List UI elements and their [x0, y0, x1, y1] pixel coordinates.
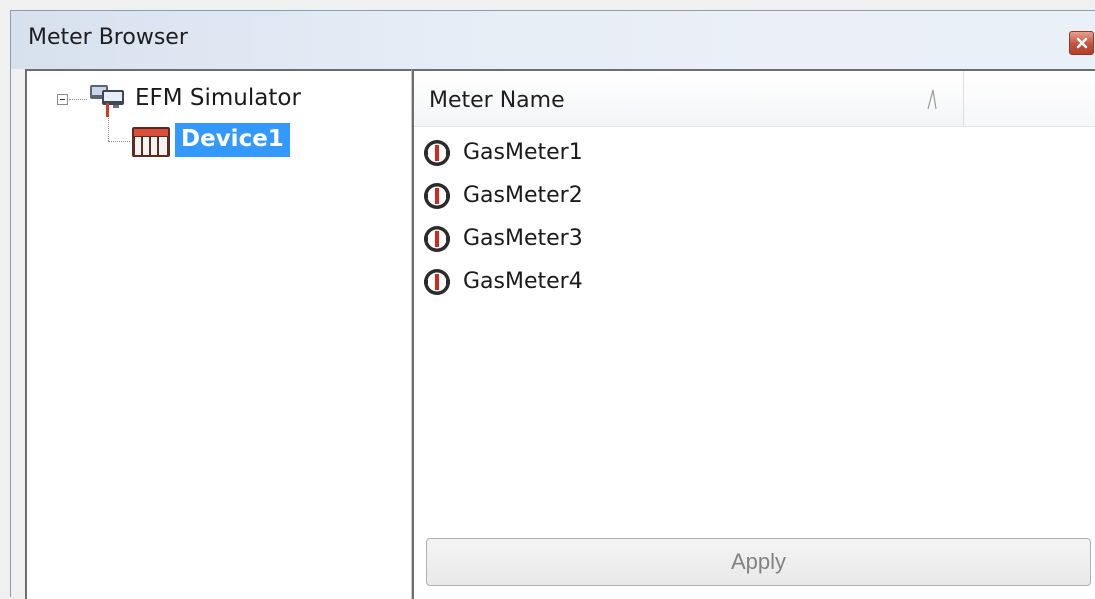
device-tree[interactable]: EFM Simulator Device1: [25, 69, 412, 599]
collapse-toggle-icon[interactable]: [57, 94, 68, 105]
column-header-meter-name[interactable]: Meter Name: [414, 71, 964, 127]
sort-ascending-icon: [926, 87, 938, 115]
meter-list[interactable]: Meter Name GasMeter1 GasMeter2 GasMeter3…: [412, 69, 1095, 599]
gas-meter-icon: [422, 267, 452, 301]
gas-meter-icon: [422, 138, 452, 172]
meter-name: GasMeter3: [463, 226, 583, 251]
list-item-gasmeter1[interactable]: GasMeter1: [414, 133, 814, 173]
device-icon: [130, 126, 172, 162]
tree-item-device1[interactable]: Device1: [175, 123, 290, 157]
tree-item-efm-simulator[interactable]: EFM Simulator: [135, 85, 301, 111]
meter-name: GasMeter4: [463, 269, 583, 294]
column-header-empty: [964, 71, 1095, 127]
list-item-gasmeter4[interactable]: GasMeter4: [414, 262, 814, 302]
apply-button[interactable]: Apply: [426, 538, 1091, 586]
tree-connector: [108, 141, 130, 142]
column-header-label: Meter Name: [429, 88, 565, 113]
list-item-gasmeter2[interactable]: GasMeter2: [414, 176, 814, 216]
close-button[interactable]: [1069, 31, 1094, 55]
meter-browser-window: Meter Browser EFM Simulator Device1 Mete…: [10, 10, 1095, 599]
window-title: Meter Browser: [28, 25, 188, 50]
title-bar[interactable]: Meter Browser: [11, 11, 1095, 69]
list-item-gasmeter3[interactable]: GasMeter3: [414, 219, 814, 259]
gas-meter-icon: [422, 224, 452, 258]
meter-name: GasMeter2: [463, 183, 583, 208]
tree-connector: [69, 99, 87, 100]
meter-name: GasMeter1: [463, 140, 583, 165]
computer-network-icon: [87, 81, 131, 121]
gas-meter-icon: [422, 181, 452, 215]
